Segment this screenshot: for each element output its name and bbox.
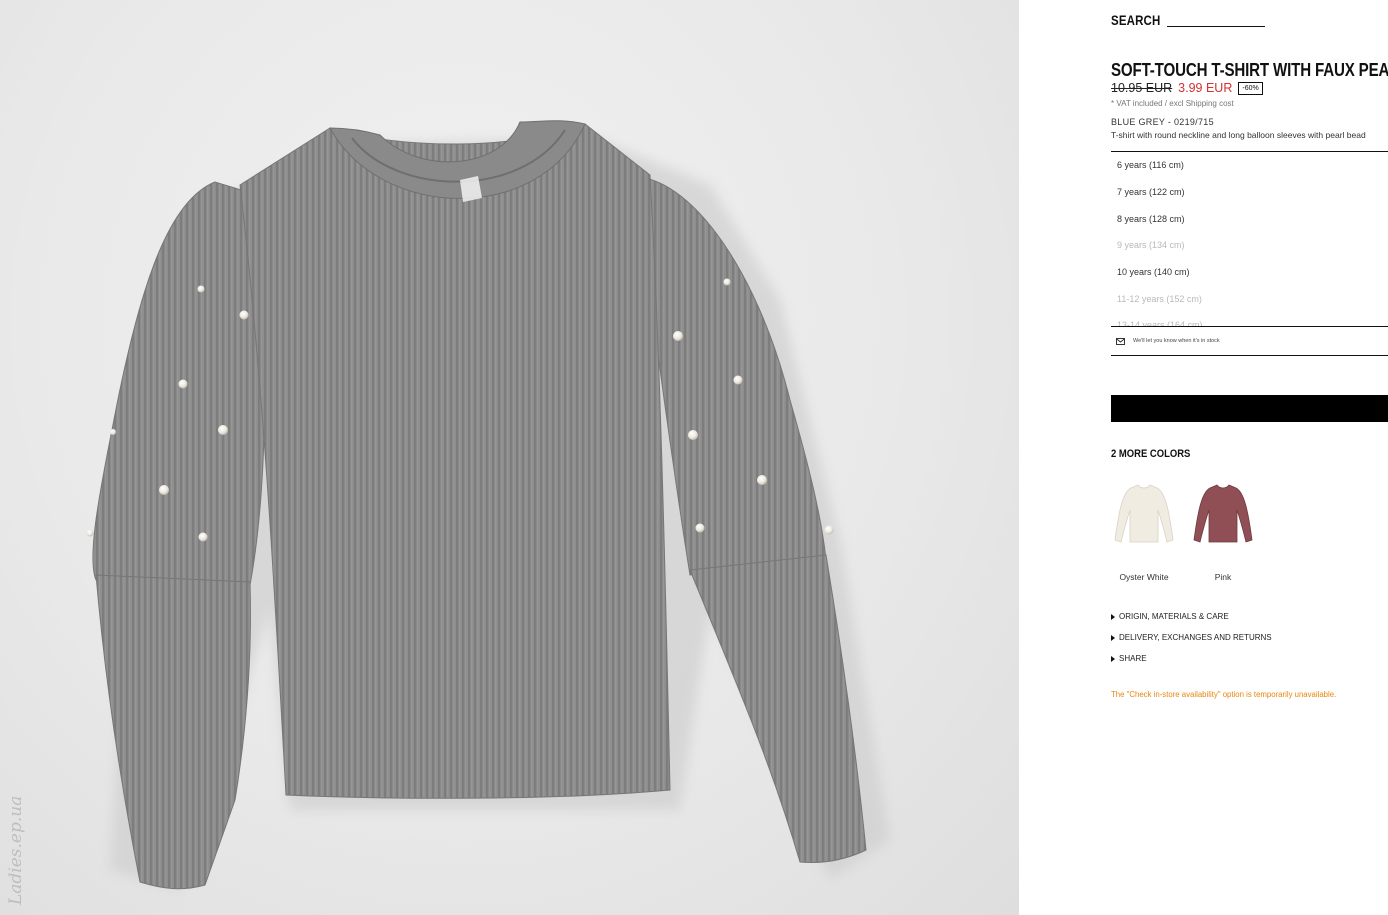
old-price: 10.95 EUR [1111, 81, 1173, 95]
add-to-cart-button[interactable] [1111, 395, 1388, 422]
accordion-share[interactable]: SHARE [1111, 654, 1147, 663]
search-label[interactable]: SEARCH [1111, 12, 1160, 28]
size-selector[interactable]: 6 years (116 cm) 7 years (122 cm) 8 year… [1111, 151, 1388, 327]
color-reference: BLUE GREY - 0219/715 [1111, 117, 1214, 127]
size-option-out-of-stock[interactable]: 11-12 years (152 cm) [1111, 285, 1388, 312]
search-input-line[interactable] [1167, 26, 1265, 27]
size-option-out-of-stock[interactable]: 9 years (134 cm) [1111, 232, 1388, 259]
product-description: T-shirt with round neckline and long bal… [1111, 130, 1366, 140]
price-row: 10.95 EUR 3.99 EUR -60% [1111, 81, 1263, 95]
color-option-label: Pink [1214, 572, 1232, 582]
mail-icon [1116, 337, 1125, 345]
sale-price: 3.99 EUR [1178, 81, 1233, 95]
size-option[interactable]: 10 years (140 cm) [1111, 259, 1388, 286]
size-option[interactable]: 8 years (128 cm) [1111, 205, 1388, 232]
size-option-out-of-stock[interactable]: 13-14 years (164 cm) [1111, 312, 1388, 326]
discount-badge: -60% [1238, 81, 1263, 95]
search-bar[interactable]: SEARCH [1111, 12, 1265, 28]
color-option-label: Oyster White [1119, 572, 1169, 582]
accordion-label: ORIGIN, MATERIALS & CARE [1119, 612, 1229, 621]
accordion-delivery-returns[interactable]: DELIVERY, EXCHANGES AND RETURNS [1111, 633, 1272, 642]
size-option[interactable]: 6 years (116 cm) [1111, 152, 1388, 179]
caret-right-icon [1111, 613, 1115, 620]
accordion-origin-materials-care[interactable]: ORIGIN, MATERIALS & CARE [1111, 612, 1229, 621]
notify-text: We'll let you know when it's in stock [1133, 338, 1220, 344]
accordion-label: DELIVERY, EXCHANGES AND RETURNS [1119, 633, 1272, 642]
product-info-panel: SEARCH SOFT-TOUCH T-SHIRT WITH FAUX PEAR… [1111, 0, 1388, 915]
caret-right-icon [1111, 655, 1115, 662]
more-colors-heading: 2 MORE COLORS [1111, 448, 1191, 460]
pink-thumbnail [1193, 484, 1253, 543]
stock-notify-row[interactable]: We'll let you know when it's in stock [1111, 327, 1388, 356]
watermark: Ladies.ep.ua [6, 795, 26, 905]
color-option-pink[interactable]: Pink [1190, 480, 1256, 582]
oyster-white-thumbnail [1114, 484, 1174, 543]
size-option[interactable]: 7 years (122 cm) [1111, 179, 1388, 206]
sweater-illustration [86, 120, 890, 890]
color-option-oyster-white[interactable]: Oyster White [1111, 480, 1177, 582]
vat-note: * VAT included / excl Shipping cost [1111, 99, 1234, 108]
caret-right-icon [1111, 634, 1115, 641]
product-image[interactable]: Ladies.ep.ua [0, 0, 1019, 915]
product-title: SOFT-TOUCH T-SHIRT WITH FAUX PEARL [1111, 60, 1388, 80]
accordion-label: SHARE [1119, 654, 1147, 663]
store-availability-notice: The "Check in-store availability" option… [1111, 690, 1337, 699]
